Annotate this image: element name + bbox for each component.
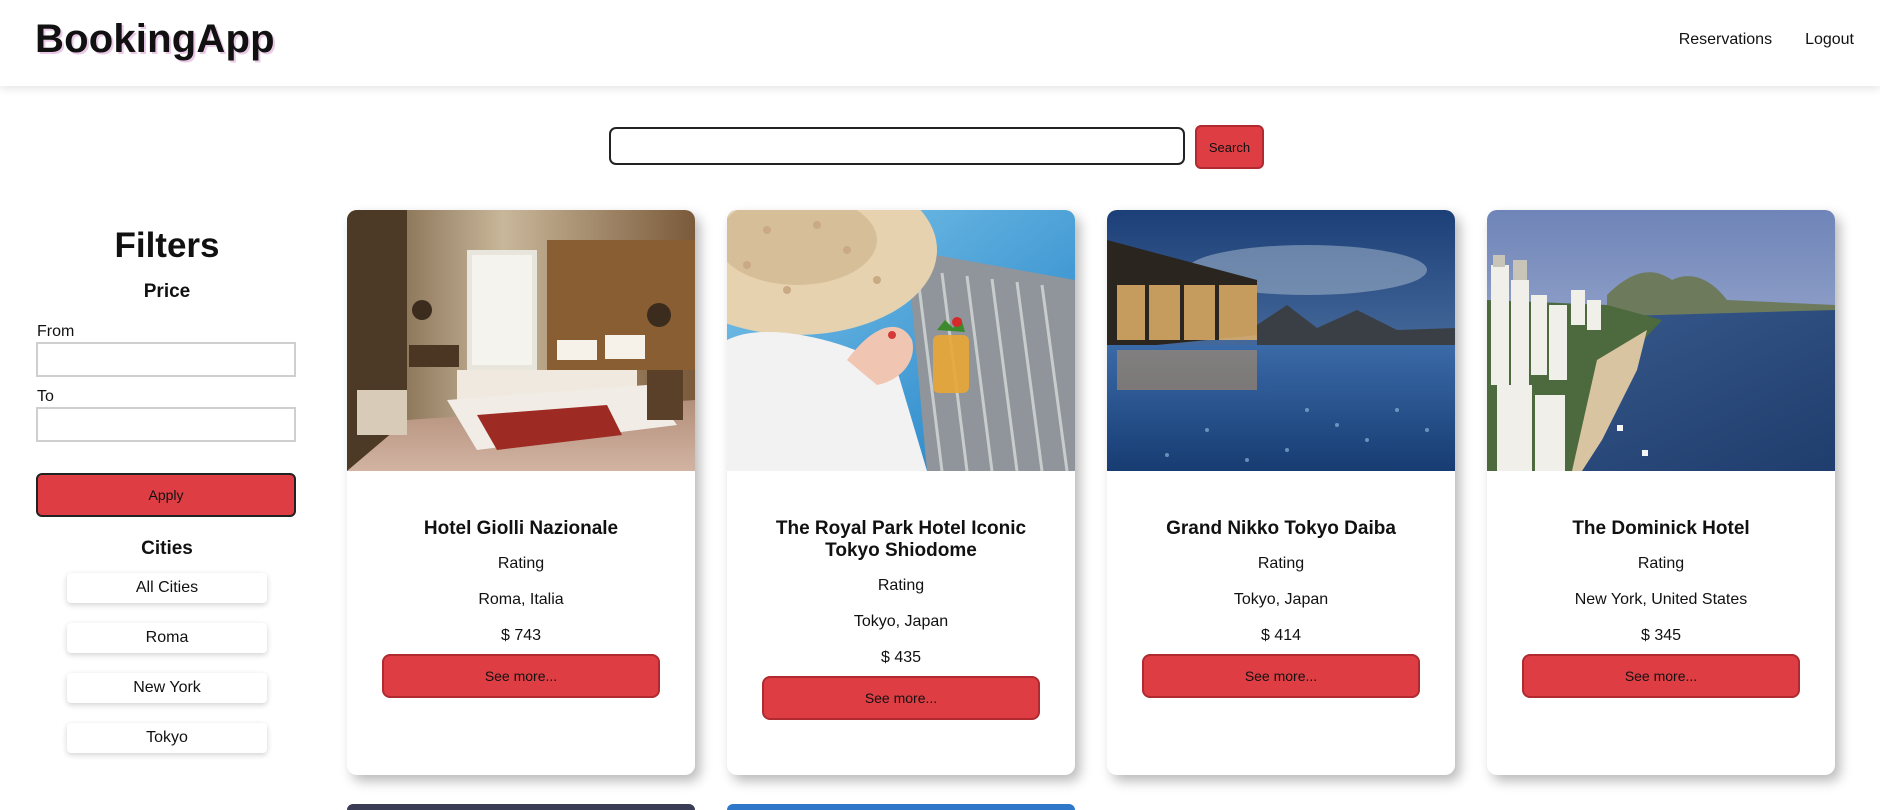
filters-sidebar: Filters Price From To Apply Cities All C… — [36, 226, 298, 773]
hotel-card-grid: Hotel Giolli Nazionale Rating Roma, Ital… — [347, 210, 1835, 775]
top-header: BookingApp Reservations Logout — [0, 0, 1880, 86]
hotel-photo-night-pool — [1107, 210, 1455, 471]
hotel-location: Tokyo, Japan — [1233, 591, 1329, 608]
hotel-card-peek — [347, 804, 695, 810]
hotel-card: Hotel Giolli Nazionale Rating Roma, Ital… — [347, 210, 695, 775]
hotel-price: $ 414 — [1260, 627, 1302, 644]
hotel-price: $ 435 — [880, 649, 922, 666]
hotel-photo-pool-woman — [727, 210, 1075, 471]
hotel-name: Grand Nikko Tokyo Daiba — [1166, 518, 1396, 539]
see-more-button[interactable]: See more... — [382, 654, 660, 698]
hotel-rating-label: Rating — [497, 555, 545, 572]
hotel-rating-label: Rating — [1637, 555, 1685, 572]
see-more-button[interactable]: See more... — [1522, 654, 1800, 698]
hotel-price: $ 345 — [1640, 627, 1682, 644]
hotel-photo-room — [347, 210, 695, 471]
price-from-label: From — [37, 323, 75, 340]
cities-title: Cities — [141, 538, 193, 559]
price-to-label: To — [37, 388, 54, 405]
see-more-button[interactable]: See more... — [1142, 654, 1420, 698]
hotel-card: Grand Nikko Tokyo Daiba Rating Tokyo, Ja… — [1107, 210, 1455, 775]
top-nav: Reservations Logout — [1679, 31, 1854, 49]
hotel-rating-label: Rating — [1257, 555, 1305, 572]
hotel-location: Roma, Italia — [478, 591, 564, 608]
apply-filters-button[interactable]: Apply — [36, 473, 296, 517]
hotel-photo-coastline — [1487, 210, 1835, 471]
search-input[interactable] — [609, 127, 1185, 165]
hotel-name: The Dominick Hotel — [1572, 518, 1750, 539]
hotel-rating-label: Rating — [877, 577, 925, 594]
city-filter-all[interactable]: All Cities — [67, 573, 267, 603]
hotel-price: $ 743 — [500, 627, 542, 644]
brand-logo[interactable]: BookingApp — [35, 17, 275, 62]
price-from-input[interactable] — [36, 342, 296, 377]
hotel-location: Tokyo, Japan — [853, 613, 949, 630]
price-title: Price — [143, 281, 191, 302]
hotel-card-peek — [727, 804, 1075, 810]
city-filter-new-york[interactable]: New York — [67, 673, 267, 703]
hotel-name: Hotel Giolli Nazionale — [423, 518, 619, 539]
hotel-card: The Dominick Hotel Rating New York, Unit… — [1487, 210, 1835, 775]
search-button[interactable]: Search — [1195, 125, 1264, 169]
city-filter-tokyo[interactable]: Tokyo — [67, 723, 267, 753]
filters-title: Filters — [114, 226, 220, 265]
price-to-input[interactable] — [36, 407, 296, 442]
hotel-name: The Royal Park Hotel Iconic Tokyo Shiodo… — [775, 518, 1027, 561]
see-more-button[interactable]: See more... — [762, 676, 1040, 720]
hotel-card: The Royal Park Hotel Iconic Tokyo Shiodo… — [727, 210, 1075, 775]
hotel-location: New York, United States — [1574, 591, 1748, 608]
nav-reservations-link[interactable]: Reservations — [1679, 31, 1772, 49]
nav-logout-link[interactable]: Logout — [1805, 31, 1854, 49]
city-filter-roma[interactable]: Roma — [67, 623, 267, 653]
